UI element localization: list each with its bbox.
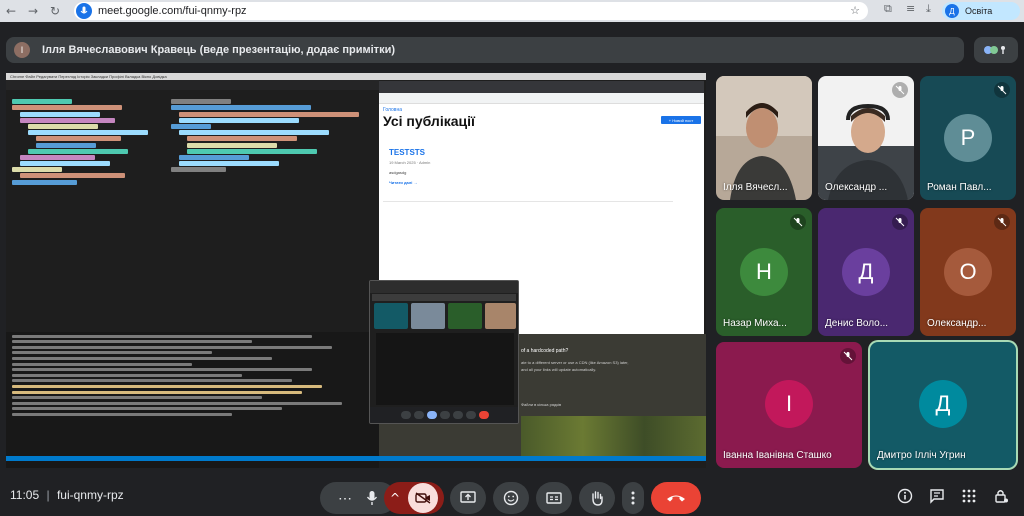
- editor-status-bar: [6, 456, 706, 461]
- post-body: asdgasdg: [389, 170, 407, 175]
- participant-avatar: Д: [842, 248, 890, 296]
- captions-icon: [546, 492, 562, 504]
- more-vert-icon: [631, 491, 635, 505]
- current-time: 11:05: [10, 488, 40, 502]
- profile-avatar: Д: [945, 4, 959, 18]
- mic-indicator-icon[interactable]: [76, 3, 92, 19]
- layout-pin-button[interactable]: [974, 37, 1018, 63]
- hang-up-icon: [667, 495, 685, 502]
- post-card: TESTSTS 19 March 2025 · Admin asdgasdg Ч…: [383, 140, 673, 202]
- address-bar[interactable]: meet.google.com/fui-qnmy-rpz ☆: [74, 2, 868, 20]
- leave-call-button[interactable]: [651, 482, 701, 514]
- emoji-reaction-button[interactable]: [493, 482, 529, 514]
- terminal-panel: [6, 332, 379, 468]
- chat-icon: [930, 489, 944, 504]
- participant-tile[interactable]: І Іванна Іванівна Сташко: [716, 342, 862, 468]
- profile-label: Освіта: [965, 6, 993, 16]
- back-icon[interactable]: ←: [0, 0, 22, 22]
- meeting-info: 11:05 | fui-qnmy-rpz: [10, 488, 124, 502]
- participant-avatar: Н: [740, 248, 788, 296]
- mic-off-icon: [892, 82, 908, 98]
- participant-tile[interactable]: Олександр ...: [818, 76, 914, 200]
- read-more-link: Читати далі →: [389, 180, 418, 185]
- participant-tile[interactable]: Д Денис Воло...: [818, 208, 914, 336]
- info-icon: [897, 488, 913, 504]
- participant-name: Роман Павл...: [927, 182, 992, 193]
- more-options-button[interactable]: [622, 482, 644, 514]
- screen-share: Chrome Файл Редагувати Перегляд Історія …: [6, 73, 706, 468]
- reload-icon[interactable]: ↻: [44, 0, 66, 22]
- participant-tile[interactable]: О Олександр...: [920, 208, 1016, 336]
- activities-button[interactable]: [959, 486, 979, 506]
- meeting-details-button[interactable]: [895, 486, 915, 506]
- meeting-controls-bar: 11:05 | fui-qnmy-rpz ⋯ ^: [0, 474, 1024, 516]
- participant-name: Олександр ...: [825, 182, 888, 193]
- participant-name: Дмитро Ілліч Угрин: [877, 450, 966, 461]
- emoji-icon: [503, 490, 519, 506]
- camera-off-icon[interactable]: [408, 483, 439, 513]
- profile-button[interactable]: Д Освіта: [942, 2, 1020, 20]
- camera-control[interactable]: ^: [384, 482, 444, 514]
- forward-icon[interactable]: →: [22, 0, 44, 22]
- presenter-banner-text: Ілля Вячеславович Кравець (веде презента…: [42, 44, 395, 56]
- tab-search-icon[interactable]: ≡: [906, 2, 915, 15]
- present-button[interactable]: [450, 482, 486, 514]
- microphone-icon: [366, 491, 378, 505]
- code-editor: [6, 80, 379, 468]
- post-title: TESTSTS: [389, 148, 426, 157]
- participant-name: Ілля Вячесл...: [723, 182, 788, 193]
- hand-icon: [592, 491, 603, 506]
- post-meta: 19 March 2025 · Admin: [389, 160, 431, 165]
- new-post-button: + Новий пост: [661, 116, 701, 124]
- more-audio-icon[interactable]: ⋯: [338, 490, 352, 507]
- host-controls-button[interactable]: [991, 486, 1011, 506]
- mic-off-icon: [840, 348, 856, 364]
- extensions-icon[interactable]: ⧉: [884, 2, 892, 16]
- chat-button[interactable]: [927, 486, 947, 506]
- presenter-banner: І Ілля Вячеславович Кравець (веде презен…: [6, 37, 964, 63]
- presenter-avatar: І: [14, 42, 30, 58]
- participant-tile[interactable]: Ілля Вячесл...: [716, 76, 812, 200]
- participant-name: Олександр...: [927, 318, 987, 329]
- participant-tile[interactable]: Р Роман Павл...: [920, 76, 1016, 200]
- browser-toolbar: ← → ↻ meet.google.com/fui-qnmy-rpz ☆ ⧉ ≡…: [0, 0, 1024, 22]
- mic-off-icon: [790, 214, 806, 230]
- participant-tile-active-speaker[interactable]: Д Дмитро Ілліч Угрин: [870, 342, 1016, 468]
- raise-hand-button[interactable]: [579, 482, 615, 514]
- mic-off-icon: [892, 214, 908, 230]
- bookmark-star-icon[interactable]: ☆: [850, 4, 860, 17]
- participant-name: Іванна Іванівна Сташко: [723, 450, 832, 461]
- participant-avatar: Д: [919, 380, 967, 428]
- downloads-icon[interactable]: ⤓: [926, 2, 931, 16]
- present-screen-icon: [460, 491, 476, 503]
- lock-person-icon: [995, 490, 1008, 503]
- url-text: meet.google.com/fui-qnmy-rpz: [98, 5, 247, 17]
- posts-heading: Усі публікації: [383, 113, 475, 129]
- mic-off-icon: [994, 82, 1010, 98]
- chevron-up-icon[interactable]: ^: [390, 491, 400, 505]
- meeting-code: fui-qnmy-rpz: [56, 488, 124, 502]
- participant-avatar: Р: [944, 114, 992, 162]
- mic-off-icon: [994, 214, 1010, 230]
- mac-menu-bar: Chrome Файл Редагувати Перегляд Історія …: [6, 73, 706, 80]
- participant-tile[interactable]: Н Назар Миха...: [716, 208, 812, 336]
- participant-avatar: І: [765, 380, 813, 428]
- meet-pip-window: [369, 280, 519, 424]
- apps-grid-icon: [962, 489, 976, 503]
- participant-avatar: О: [944, 248, 992, 296]
- captions-button[interactable]: [536, 482, 572, 514]
- participant-name: Назар Миха...: [723, 318, 787, 329]
- people-pin-icon: [984, 46, 1005, 54]
- participant-name: Денис Воло...: [825, 318, 889, 329]
